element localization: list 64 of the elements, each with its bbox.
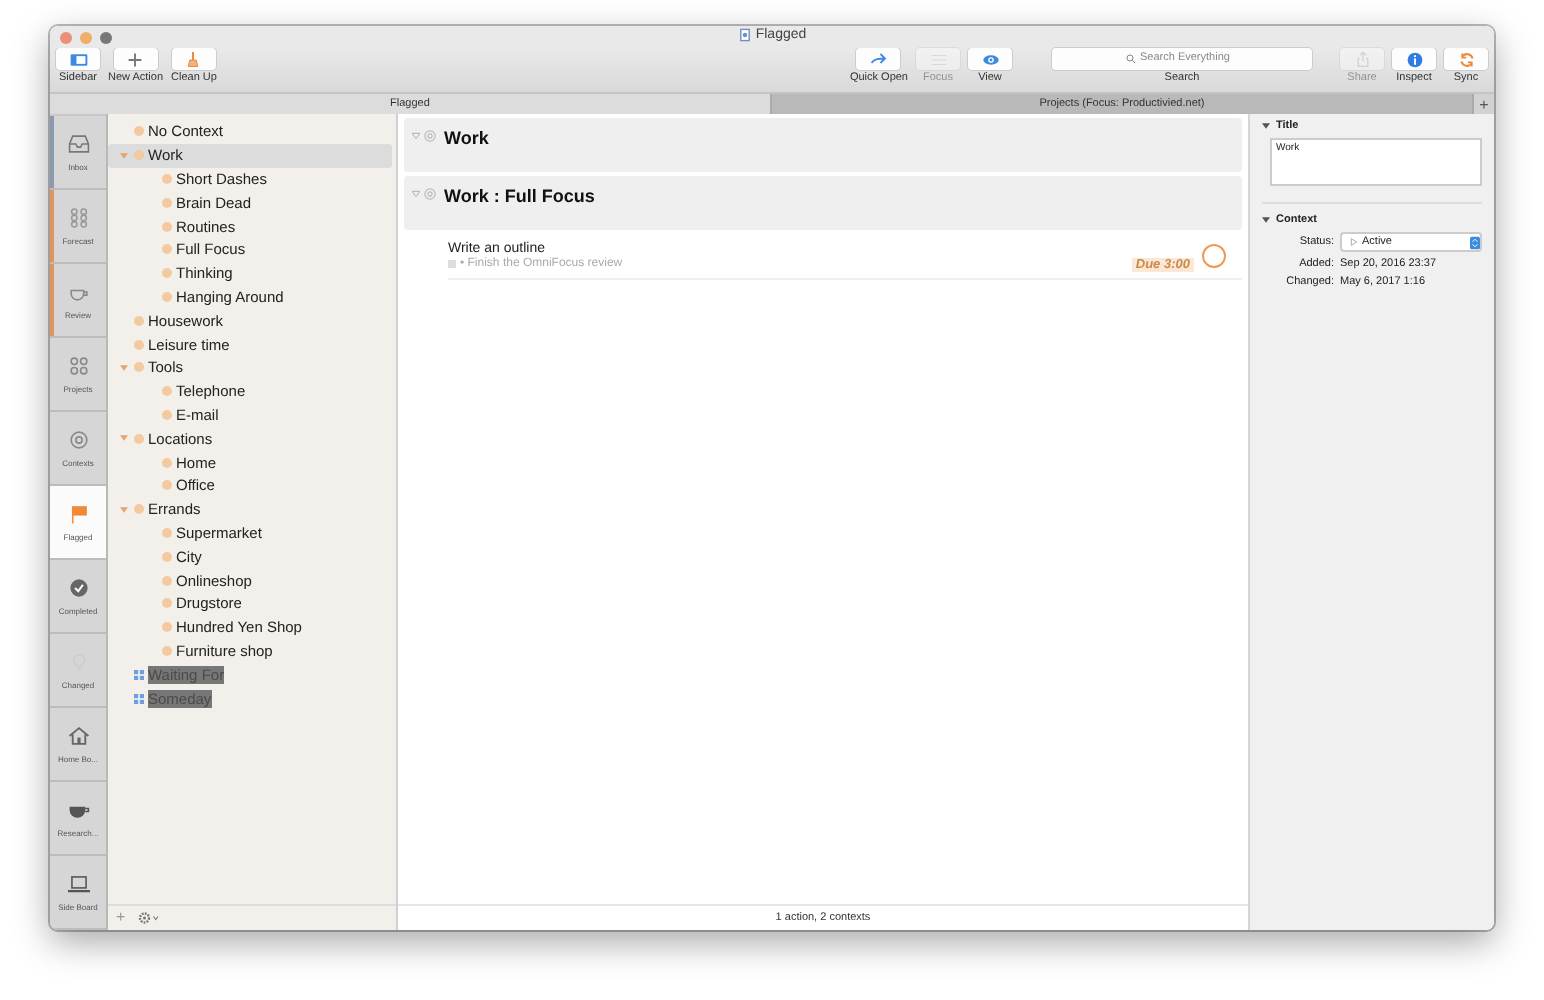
inbox-icon xyxy=(67,133,89,153)
sidebar-icon xyxy=(69,51,87,67)
checkmark-icon xyxy=(67,577,89,597)
context-icon xyxy=(134,362,144,373)
status-circle[interactable] xyxy=(1202,244,1226,268)
context-icon xyxy=(162,575,172,586)
context-icon xyxy=(162,622,172,633)
new-tab-button[interactable]: + xyxy=(1474,94,1494,114)
disclosure-icon xyxy=(120,434,128,443)
sync-icon xyxy=(1457,51,1475,67)
context-icon xyxy=(162,268,172,279)
context-icon xyxy=(134,504,144,515)
disclosure-icon xyxy=(1262,122,1270,130)
group-header[interactable]: Work xyxy=(404,118,1242,172)
grid-icon xyxy=(134,669,144,680)
laptop-icon xyxy=(67,873,89,893)
disclosure-icon xyxy=(1262,216,1270,224)
plus-icon xyxy=(126,51,145,67)
context-icon xyxy=(134,433,144,444)
at-sign-icon xyxy=(424,188,436,200)
flag-icon xyxy=(67,503,89,523)
at-sign-icon xyxy=(424,130,436,142)
disclosure-icon xyxy=(120,505,128,514)
share-icon xyxy=(1353,51,1371,67)
context-icon xyxy=(162,598,172,609)
context-icon xyxy=(134,315,144,326)
close-button[interactable] xyxy=(60,31,72,43)
stepper-icon xyxy=(1470,235,1480,249)
disclosure-icon xyxy=(412,190,420,198)
context-icon xyxy=(162,645,172,656)
context-icon xyxy=(134,339,144,350)
list-icon xyxy=(929,51,947,67)
context-icon xyxy=(162,221,172,232)
context-icon xyxy=(162,457,172,468)
context-icon xyxy=(162,197,172,208)
house-icon xyxy=(67,725,89,745)
context-icon xyxy=(162,551,172,562)
project-icon xyxy=(448,260,456,268)
at-sign-icon xyxy=(67,429,89,449)
context-icon xyxy=(162,386,172,397)
disclosure-icon xyxy=(120,151,128,160)
context-icon xyxy=(162,173,172,184)
zoom-button[interactable] xyxy=(100,31,112,43)
gear-icon[interactable] xyxy=(137,912,160,924)
circles-icon xyxy=(67,355,89,375)
context-icon xyxy=(134,150,144,161)
disclosure-icon xyxy=(412,132,420,140)
context-icon xyxy=(162,480,172,491)
context-icon xyxy=(134,126,144,137)
broom-icon xyxy=(184,51,203,67)
minimize-button[interactable] xyxy=(80,31,92,43)
disclosure-icon xyxy=(120,363,128,372)
context-icon xyxy=(162,409,172,420)
context-icon xyxy=(162,244,172,255)
arrow-icon xyxy=(869,51,888,67)
play-icon xyxy=(1350,238,1358,246)
context-icon xyxy=(162,291,172,302)
grid-icon xyxy=(67,207,89,227)
group-header[interactable]: Work : Full Focus xyxy=(404,176,1242,230)
grid-icon xyxy=(134,693,144,704)
eye-icon xyxy=(981,51,999,67)
info-icon xyxy=(1405,51,1423,67)
context-icon xyxy=(162,527,172,538)
search-icon xyxy=(1126,54,1136,64)
